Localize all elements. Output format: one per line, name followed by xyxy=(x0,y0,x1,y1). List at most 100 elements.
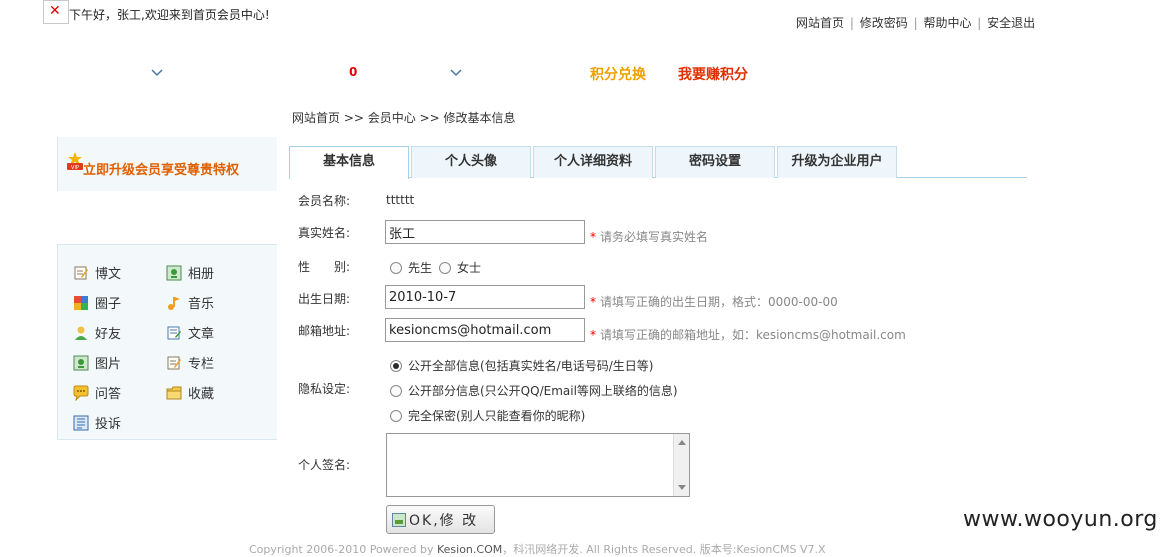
gender-female-option[interactable]: 女士 xyxy=(439,259,481,276)
earn-points-link[interactable]: 我要赚积分 xyxy=(678,64,748,84)
required-mark: * xyxy=(590,295,596,309)
email-label: 邮箱地址: xyxy=(298,324,351,338)
tab-basic-info[interactable]: 基本信息 xyxy=(289,146,409,179)
member-name-value: tttttt xyxy=(386,193,415,207)
menu-item-label: 专栏 xyxy=(188,357,215,372)
required-mark: * xyxy=(590,230,596,244)
breadcrumb-current: >> 修改基本信息 xyxy=(419,111,516,125)
complaint-icon xyxy=(73,415,89,430)
copyright-rest: ，科汛网络开发. All Rights Reserved. 版本号:Kesion… xyxy=(502,543,826,556)
menu-item-blog[interactable]: 博文 xyxy=(73,263,121,282)
privacy-private-label: 完全保密(别人只能查看你的昵称) xyxy=(408,409,586,423)
signature-textarea[interactable] xyxy=(386,433,690,497)
gender-male-radio[interactable] xyxy=(390,261,402,274)
menu-item-album[interactable]: 相册 xyxy=(166,263,214,282)
favorite-icon xyxy=(166,386,182,399)
menu-item-column[interactable]: 专栏 xyxy=(166,353,214,372)
menu-item-picture[interactable]: 图片 xyxy=(73,353,121,372)
picture-icon xyxy=(73,355,89,370)
menu-item-music[interactable]: 音乐 xyxy=(166,293,214,312)
nav-logout-link[interactable]: 安全退出 xyxy=(987,16,1035,30)
privacy-label: 隐私设定: xyxy=(298,382,351,396)
submit-button[interactable]: OK,修 改 xyxy=(386,505,495,534)
menu-item-label: 收藏 xyxy=(188,387,215,402)
scroll-up-icon[interactable] xyxy=(678,440,686,445)
qa-icon xyxy=(73,385,89,401)
menu-item-article[interactable]: 文章 xyxy=(166,323,214,342)
chevron-down-icon[interactable] xyxy=(151,69,163,77)
privacy-all-radio[interactable] xyxy=(390,359,402,372)
email-hint-text: 请填写正确的邮箱地址，如：kesioncms@hotmail.com xyxy=(600,328,906,342)
svg-text:VIP: VIP xyxy=(71,165,79,171)
greeting-text: 下午好，张工,欢迎来到首页会员中心! xyxy=(69,8,270,22)
music-icon xyxy=(168,296,180,310)
gender-male-label: 先生 xyxy=(408,261,433,275)
column-icon xyxy=(167,356,181,369)
footer-copyright: Copyright 2006-2010 Powered by Kesion.CO… xyxy=(249,541,826,557)
birth-date-input[interactable] xyxy=(385,285,585,309)
breadcrumb: 网站首页 >> 会员中心 >> 修改基本信息 xyxy=(292,109,516,126)
album-icon xyxy=(166,265,182,280)
menu-item-group[interactable]: 圈子 xyxy=(73,293,121,312)
birth-date-label: 出生日期: xyxy=(298,292,351,306)
gender-male-option[interactable]: 先生 xyxy=(390,259,432,276)
gender-female-radio[interactable] xyxy=(439,261,451,274)
email-hint: * 请填写正确的邮箱地址，如：kesioncms@hotmail.com xyxy=(590,326,906,343)
vip-upgrade-link[interactable]: 立即升级会员享受尊贵特权 xyxy=(83,159,239,178)
nav-separator: | xyxy=(977,16,982,30)
friend-icon xyxy=(75,326,87,340)
copyright-text: Copyright 2006-2010 Powered by xyxy=(249,543,434,556)
breadcrumb-home[interactable]: 网站首页 xyxy=(292,111,340,125)
group-icon xyxy=(74,295,88,310)
real-name-input[interactable] xyxy=(385,220,585,244)
birth-date-hint-text: 请填写正确的出生日期，格式：0000-00-00 xyxy=(600,295,838,309)
tab-password[interactable]: 密码设置 xyxy=(655,146,775,178)
vip-upgrade-box[interactable]: VIP 立即升级会员享受尊贵特权 xyxy=(57,137,277,191)
tab-upgrade-enterprise[interactable]: 升级为企业用户 xyxy=(777,146,897,178)
points-redeem-link[interactable]: 积分兑换 xyxy=(590,64,646,84)
nav-help-link[interactable]: 帮助中心 xyxy=(923,16,971,30)
signature-label: 个人签名: xyxy=(298,458,351,472)
privacy-option-partial[interactable]: 公开部分信息(只公开QQ/Email等网上联络的信息) xyxy=(390,382,678,399)
chevron-down-icon[interactable] xyxy=(450,69,462,77)
menu-item-label: 博文 xyxy=(95,267,122,282)
menu-item-favorite[interactable]: 收藏 xyxy=(166,383,214,402)
privacy-partial-label: 公开部分信息(只公开QQ/Email等网上联络的信息) xyxy=(408,384,678,398)
textarea-scrollbar[interactable] xyxy=(673,434,689,496)
required-mark: * xyxy=(590,328,596,342)
nav-change-password-link[interactable]: 修改密码 xyxy=(860,16,908,30)
tab-detail-info[interactable]: 个人详细资料 xyxy=(533,146,653,178)
privacy-option-private[interactable]: 完全保密(别人只能查看你的昵称) xyxy=(390,407,585,424)
real-name-hint: * 请务必填写真实姓名 xyxy=(590,228,708,245)
nav-separator: | xyxy=(913,16,918,30)
email-input[interactable] xyxy=(385,318,585,342)
top-nav: 网站首页 | 修改密码 | 帮助中心 | 安全退出 xyxy=(796,14,1035,31)
image-icon xyxy=(392,512,406,527)
menu-item-complaint[interactable]: 投诉 xyxy=(73,413,121,432)
real-name-hint-text: 请务必填写真实姓名 xyxy=(600,230,709,244)
member-menu: 博文 相册 圈子 音乐 好友 文章 图片 专栏 问答 收藏 投诉 xyxy=(57,244,277,440)
tab-avatar[interactable]: 个人头像 xyxy=(411,146,531,178)
birth-date-hint: * 请填写正确的出生日期，格式：0000-00-00 xyxy=(590,293,838,310)
privacy-partial-radio[interactable] xyxy=(390,384,402,397)
menu-item-label: 音乐 xyxy=(188,297,215,312)
menu-item-friend[interactable]: 好友 xyxy=(73,323,121,342)
real-name-label: 真实姓名: xyxy=(298,226,351,240)
gender-label: 性 别: xyxy=(298,260,351,274)
gender-female-label: 女士 xyxy=(457,261,482,275)
scroll-down-icon[interactable] xyxy=(678,485,686,490)
privacy-option-all[interactable]: 公开全部信息(包括真实姓名/电话号码/生日等) xyxy=(390,357,653,374)
menu-item-label: 图片 xyxy=(95,357,122,372)
menu-item-label: 文章 xyxy=(188,327,215,342)
menu-item-label: 相册 xyxy=(188,267,215,282)
menu-item-qa[interactable]: 问答 xyxy=(73,383,121,402)
nav-separator: | xyxy=(849,16,854,30)
privacy-private-radio[interactable] xyxy=(390,409,402,422)
menu-item-label: 好友 xyxy=(95,327,122,342)
submit-label: OK,修 改 xyxy=(409,512,479,529)
menu-item-label: 投诉 xyxy=(95,417,122,432)
nav-home-link[interactable]: 网站首页 xyxy=(796,16,844,30)
privacy-all-label: 公开全部信息(包括真实姓名/电话号码/生日等) xyxy=(408,359,654,373)
breadcrumb-member-center[interactable]: >> 会员中心 xyxy=(344,111,416,125)
brand-link[interactable]: Kesion.COM xyxy=(437,543,502,556)
